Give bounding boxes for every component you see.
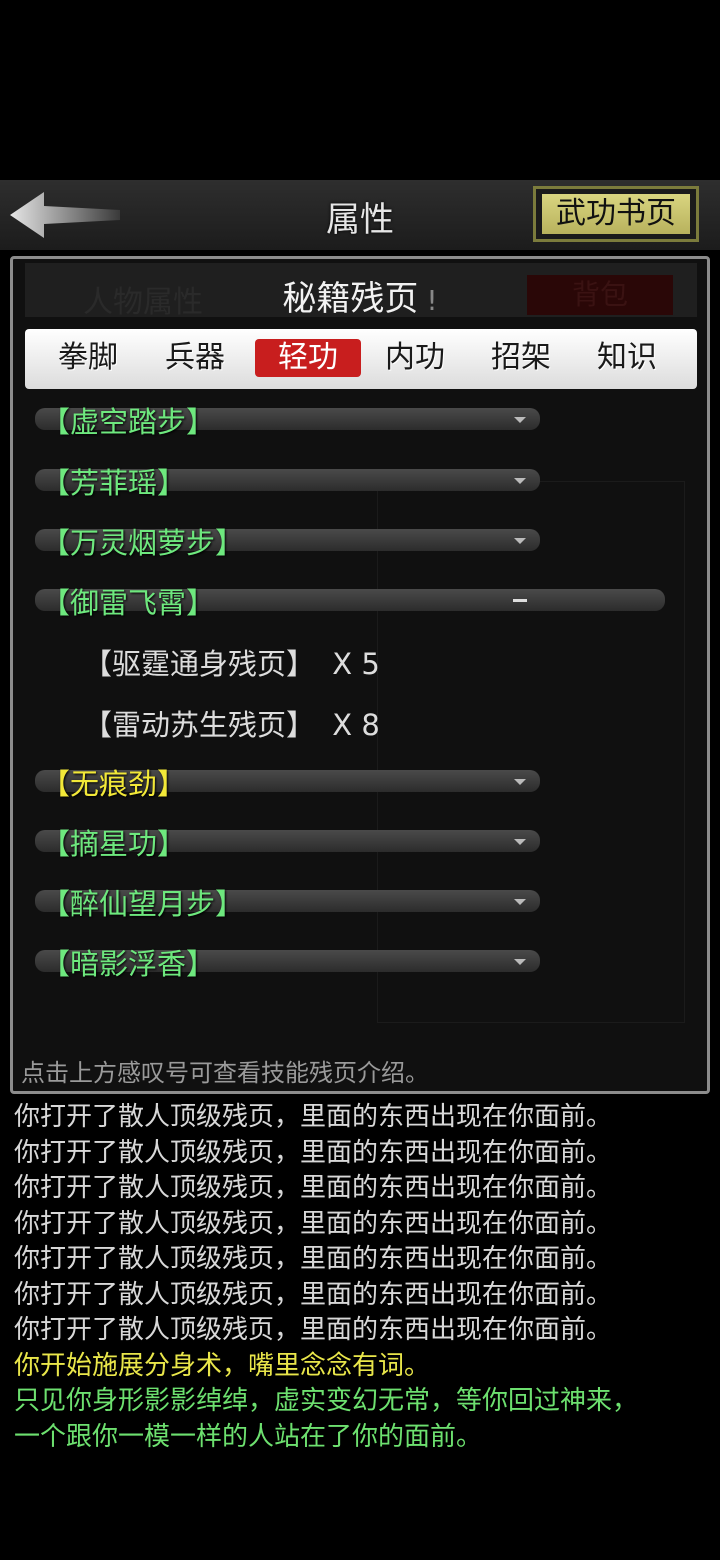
martial-book-button-label: 武功书页 (542, 194, 690, 234)
tab-knowledge[interactable]: 知识 (574, 339, 680, 377)
log-line: 你打开了散人顶级残页，里面的东西出现在你面前。 (14, 1279, 613, 1310)
chevron-down-icon (514, 779, 526, 785)
log-line: 你打开了散人顶级残页，里面的东西出现在你面前。 (14, 1208, 613, 1239)
log-line: 一个跟你一模一样的人站在了你的面前。 (14, 1421, 483, 1452)
fragment-name: 【驱霆通身残页】 (83, 647, 316, 681)
fragment-item[interactable]: 【雷动苏生残页】 X 8 (83, 702, 380, 744)
top-header: 属性 武功书页 (0, 180, 720, 250)
category-label: 【虚空踏步】 (41, 405, 216, 439)
fragments-panel: 人物属性 背包 秘籍残页! 拳脚 兵器 轻功 内功 招架 知识 【虚空踏步】 【… (10, 256, 710, 1094)
log-line: 你打开了散人顶级残页，里面的东西出现在你面前。 (14, 1315, 613, 1345)
tab-internal[interactable]: 内功 (362, 339, 468, 377)
martial-book-button[interactable]: 武功书页 (533, 186, 699, 242)
chevron-down-icon (514, 839, 526, 845)
log-line: 你打开了散人顶级残页，里面的东西出现在你面前。 (14, 1173, 613, 1203)
background-list-frame (377, 481, 685, 1023)
chevron-down-icon (514, 538, 526, 544)
tab-lightness[interactable]: 轻功 (255, 339, 361, 377)
message-log: 你打开了散人顶级残页，里面的东西出现在你面前。 你打开了散人顶级残页，里面的东西… (14, 1100, 714, 1455)
panel-title-text: 秘籍残页 (282, 279, 419, 319)
chevron-down-icon (514, 959, 526, 965)
log-line: 你打开了散人顶级残页，里面的东西出现在你面前。 (14, 1137, 613, 1168)
fragment-qty: X 5 (332, 647, 380, 681)
fragment-qty: X 8 (332, 708, 380, 742)
category-label: 【万灵烟萝步】 (41, 526, 245, 560)
category-label: 【无痕劲】 (41, 767, 187, 801)
category-tabs: 拳脚 兵器 轻功 内功 招架 知识 (25, 329, 697, 389)
log-line: 你打开了散人顶级残页，里面的东西出现在你面前。 (14, 1244, 613, 1274)
tab-weapon[interactable]: 兵器 (142, 339, 248, 377)
tab-fist[interactable]: 拳脚 (35, 339, 141, 377)
fragment-item[interactable]: 【驱霆通身残页】 X 5 (83, 641, 380, 683)
log-line: 只见你身形影影绰绰，虚实变幻无常，等你回过神来， (14, 1386, 639, 1416)
collapse-icon (513, 599, 527, 602)
tab-parry[interactable]: 招架 (468, 339, 574, 377)
category-label: 【醉仙望月步】 (41, 887, 245, 921)
category-label: 【御雷飞霄】 (41, 586, 216, 620)
category-label: 【暗影浮香】 (41, 947, 216, 981)
panel-title: 秘籍残页! (13, 271, 707, 320)
category-label: 【芳菲瑶】 (41, 466, 187, 500)
category-label: 【摘星功】 (41, 827, 187, 861)
chevron-down-icon (514, 417, 526, 423)
fragment-name: 【雷动苏生残页】 (83, 708, 316, 742)
info-exclamation-icon[interactable]: ! (426, 284, 437, 317)
chevron-down-icon (514, 478, 526, 484)
log-line: 你打开了散人顶级残页，里面的东西出现在你面前。 (14, 1102, 613, 1132)
chevron-down-icon (514, 899, 526, 905)
hint-text: 点击上方感叹号可查看技能残页介绍。 (21, 1059, 429, 1087)
log-line: 你开始施展分身术，嘴里念念有词。 (14, 1350, 431, 1381)
